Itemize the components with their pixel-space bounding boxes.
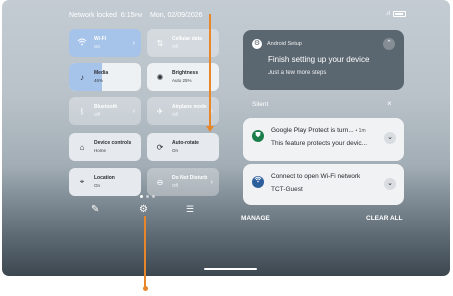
tile-state: Off <box>172 44 178 49</box>
tile-label: Wi-Fi <box>94 36 107 42</box>
tile-state: Off <box>172 112 178 117</box>
notification-title: Finish setting up your device <box>268 55 370 64</box>
notification-play-protect[interactable]: ⛊ Google Play Protect is turn... • 1m Th… <box>243 118 404 161</box>
notification-title: Connect to open Wi-Fi network <box>271 173 361 180</box>
network-status: Network locked <box>69 12 117 19</box>
notification-app-name: Android Setup <box>267 41 302 47</box>
tile-label: Device controls <box>94 140 132 146</box>
quick-settings-screen: Network locked 6:15PM Mon, 02/09/2026 .ı… <box>2 0 450 276</box>
notification-open-wifi[interactable]: Connect to open Wi-Fi network TCT-Guest … <box>243 164 404 205</box>
tile-state: Auto 25% <box>172 78 192 83</box>
location-icon: ⌖ <box>79 177 85 186</box>
annotation-dot <box>142 286 148 291</box>
settings-icon: ⚙ <box>252 39 262 49</box>
chevron-right-icon: › <box>132 39 135 47</box>
settings-gear-icon[interactable]: ⚙ <box>139 204 148 215</box>
page-indicator <box>140 195 155 198</box>
tile-state: Home <box>94 148 107 153</box>
tile-do-not-disturb[interactable]: ⊖ Do Not Disturb Off › <box>147 168 219 196</box>
tile-state: Off <box>94 112 100 117</box>
notification-android-setup[interactable]: ⚙ Android Setup ⌃ Finish setting up your… <box>243 30 404 90</box>
tile-state: On <box>94 183 101 188</box>
close-icon[interactable]: × <box>387 99 392 108</box>
tile-state: 46% <box>94 78 104 83</box>
chevron-right-icon: › <box>210 178 213 186</box>
tile-label: Location <box>94 175 115 181</box>
tile-location[interactable]: ⌖ Location On <box>69 168 141 196</box>
edit-icon[interactable]: ✎ <box>91 204 99 215</box>
page-dot <box>146 195 149 198</box>
clock: 6:15PM <box>120 12 142 19</box>
tile-media-volume[interactable]: ♪ Media 46% <box>69 63 141 91</box>
bluetooth-icon: ᛒ <box>79 106 85 116</box>
notification-body: TCT-Guest <box>271 186 303 193</box>
date: Mon, 02/09/2026 <box>149 12 203 19</box>
tile-label: Do Not Disturb <box>172 175 208 181</box>
airplane-icon: ✈ <box>156 106 164 116</box>
system-icons: .ıl <box>385 11 406 17</box>
home-icon: ⌂ <box>79 142 85 152</box>
tile-wifi[interactable]: Wi-Fi On › <box>69 29 141 57</box>
notification-title: Google Play Protect is turn... • 1m <box>271 127 366 134</box>
notification-body: Just a few more steps <box>268 70 327 76</box>
tile-state: Off <box>172 183 178 188</box>
tile-bluetooth[interactable]: ᛒ Bluetooth Off › <box>69 97 141 125</box>
brightness-icon: ✺ <box>156 72 164 82</box>
manage-button[interactable]: MANAGE <box>241 215 270 222</box>
silent-section-label: Silent <box>252 101 269 108</box>
rotate-icon: ⟳ <box>156 142 164 152</box>
collapse-button[interactable]: ⌃ <box>383 38 395 50</box>
tile-auto-rotate[interactable]: ⟳ Auto-rotate On <box>147 133 219 161</box>
home-gesture-bar[interactable] <box>204 268 257 270</box>
tile-state: On <box>94 44 101 49</box>
chevron-right-icon: › <box>210 107 213 115</box>
tile-label: Cellular data <box>172 36 203 42</box>
page-dot <box>140 195 143 198</box>
page-dot <box>152 195 155 198</box>
play-protect-icon: ⛊ <box>252 130 264 142</box>
tile-label: Auto-rotate <box>172 140 199 146</box>
expand-button[interactable]: ⌄ <box>384 132 396 144</box>
expand-button[interactable]: ⌄ <box>384 178 396 190</box>
annotation-line <box>209 14 211 128</box>
chevron-right-icon: › <box>132 107 135 115</box>
tile-device-controls[interactable]: ⌂ Device controls Home <box>69 133 141 161</box>
battery-icon <box>393 11 406 17</box>
tile-label: Bluetooth <box>94 104 118 110</box>
power-menu-icon[interactable]: ☰ <box>186 204 194 215</box>
tile-label: Media <box>94 70 109 76</box>
signal-icon: .ıl <box>385 11 390 17</box>
tile-state: On <box>172 148 179 153</box>
tile-label: Brightness <box>172 70 199 76</box>
music-note-icon: ♪ <box>80 72 84 82</box>
notification-body: This feature protects your devic... <box>271 140 368 147</box>
wifi-network-icon <box>252 176 264 188</box>
clear-all-button[interactable]: CLEAR ALL <box>366 215 403 222</box>
status-bar: Network locked 6:15PM Mon, 02/09/2026 <box>69 12 203 19</box>
wifi-icon <box>76 38 88 48</box>
tile-label: Airplane mode <box>172 104 207 110</box>
annotation-arrowhead <box>206 126 214 132</box>
cellular-icon: ⇅ <box>156 38 164 48</box>
annotation-line <box>144 216 146 288</box>
dnd-icon: ⊖ <box>156 177 164 187</box>
